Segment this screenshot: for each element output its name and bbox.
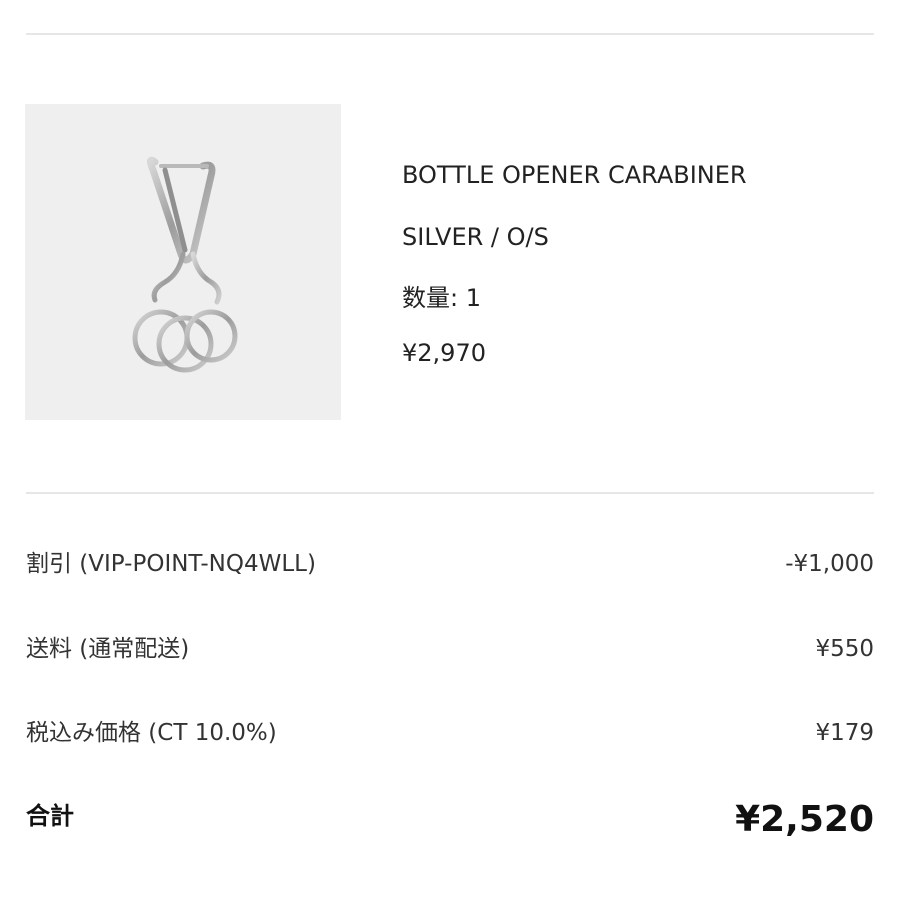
tax-row: 税込み価格 (CT 10.0%) ¥179	[26, 716, 874, 750]
discount-row: 割引 (VIP-POINT-NQ4WLL) -¥1,000	[26, 547, 874, 581]
tax-label: 税込み価格 (CT 10.0%)	[26, 720, 277, 746]
discount-value: -¥1,000	[785, 551, 874, 577]
total-row: 合計 ¥2,520	[26, 796, 874, 844]
carabiner-illustration	[132, 156, 238, 373]
shipping-label: 送料 (通常配送)	[26, 636, 190, 662]
top-divider	[26, 33, 874, 35]
product-image[interactable]	[25, 104, 341, 420]
total-value: ¥2,520	[735, 799, 874, 840]
total-label: 合計	[26, 802, 74, 830]
product-name[interactable]: BOTTLE OPENER CARABINER	[402, 160, 747, 190]
shipping-value: ¥550	[815, 636, 874, 662]
discount-label: 割引 (VIP-POINT-NQ4WLL)	[26, 551, 316, 577]
product-price: ¥2,970	[402, 339, 486, 367]
product-variant: SILVER / O/S	[402, 223, 549, 251]
tax-value: ¥179	[815, 720, 874, 746]
product-quantity: 数量: 1	[402, 284, 481, 312]
summary-divider	[26, 492, 874, 494]
shipping-row: 送料 (通常配送) ¥550	[26, 632, 874, 666]
